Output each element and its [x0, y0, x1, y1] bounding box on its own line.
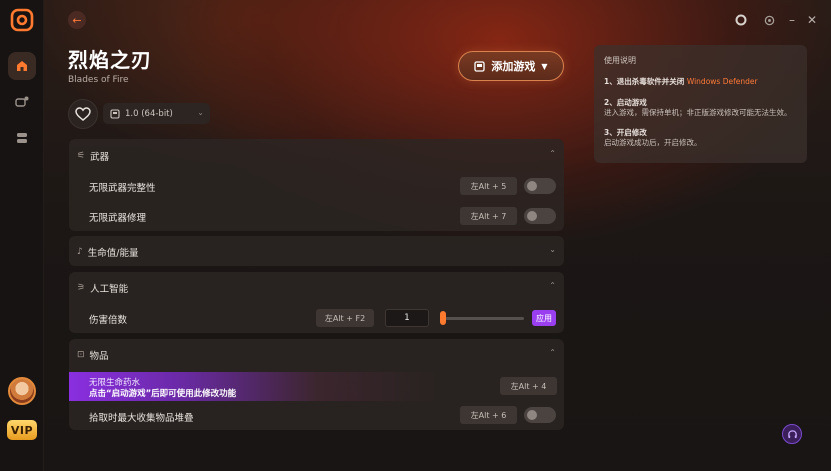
back-arrow-icon: ← [72, 13, 82, 27]
add-game-button[interactable]: 添加游戏 ▼ [458, 51, 564, 81]
version-select[interactable]: 1.0 (64-bit) ⌄ [103, 103, 210, 124]
apply-button[interactable]: 应用 [532, 310, 556, 326]
chevron-down-icon: ⌄ [197, 108, 204, 117]
support-button[interactable] [782, 424, 802, 444]
hotkey-button[interactable]: 左Alt + F2 [316, 309, 374, 327]
hotkey-button[interactable]: 左Alt + 5 [460, 177, 517, 195]
sidebar-item-home[interactable] [8, 52, 36, 80]
avatar[interactable] [8, 377, 36, 405]
box-icon: ⊡ [77, 350, 85, 360]
damage-slider[interactable] [440, 317, 524, 320]
add-game-label: 添加游戏 [491, 60, 536, 73]
game-subtitle: Blades of Fire [68, 75, 129, 85]
chevron-up-icon[interactable]: ⌃ [549, 348, 556, 357]
settings-icon[interactable] [762, 12, 776, 28]
game-file-icon [474, 60, 486, 72]
chevron-down-icon[interactable]: ⌄ [549, 245, 556, 254]
app-logo-icon[interactable] [10, 8, 34, 32]
ai-icon: ⚞ [77, 283, 86, 293]
gamepad-icon [15, 96, 29, 107]
section-ai: ⚞ 人工智能 ⌃ 伤害倍数 左Alt + F2 1 应用 [69, 272, 564, 333]
drop-icon: ♪ [77, 247, 83, 257]
cheat-toggle[interactable] [524, 178, 556, 194]
cheat-label: 无限武器修理 [89, 213, 147, 224]
vip-badge[interactable]: VIP [7, 420, 37, 440]
heart-icon [75, 107, 91, 121]
step-3-title: 3、开启修改 [604, 128, 647, 137]
headset-icon [787, 429, 797, 438]
locked-cheat-row[interactable]: 无限生命药水 点击“启动游戏”后即可使用此修改功能 左Alt + 4 [69, 372, 564, 401]
section-header-health[interactable]: ♪ 生命值/能量 [77, 245, 138, 259]
cheat-row: 伤害倍数 左Alt + F2 1 应用 [69, 305, 564, 333]
section-items: ⊡ 物品 ⌃ 无限生命药水 点击“启动游戏”后即可使用此修改功能 左Alt + … [69, 339, 564, 430]
launch-notice: 点击“启动游戏”后即可使用此修改功能 [89, 389, 237, 399]
instructions-title: 使用说明 [604, 56, 636, 65]
cheat-toggle[interactable] [524, 407, 556, 423]
profile-status-icon[interactable] [734, 12, 748, 28]
step-1: 1、退出杀毒软件并关闭 Windows Defender [604, 76, 797, 87]
caret-down-icon: ▼ [541, 61, 548, 71]
cheat-row: 拾取时最大收集物品堆叠 左Alt + 6 [69, 402, 564, 430]
sidebar-item-games[interactable] [8, 88, 36, 116]
section-weapons: ⚟ 武器 ⌃ 无限武器完整性 左Alt + 5 无限武器修理 左Alt + 7 [69, 139, 564, 231]
section-title: 武器 [90, 152, 110, 163]
version-label: 1.0 (64-bit) [125, 108, 173, 119]
hotkey-button[interactable]: 左Alt + 6 [460, 406, 517, 424]
damage-multiplier-input[interactable]: 1 [385, 309, 429, 327]
cheat-label: 无限武器完整性 [89, 183, 156, 194]
step-2-body: 进入游戏，需保持单机；非正版游戏修改可能无法生效。 [604, 108, 792, 117]
step-1-title: 1、退出杀毒软件并关闭 [604, 77, 685, 86]
stack-icon [17, 133, 27, 143]
section-title: 物品 [89, 351, 109, 362]
step-2-title: 2、启动游戏 [604, 98, 647, 107]
back-button[interactable]: ← [68, 11, 86, 29]
close-icon[interactable]: ✕ [806, 12, 818, 28]
cheat-row: 无限武器完整性 左Alt + 5 [69, 172, 564, 200]
hotkey-button[interactable]: 左Alt + 4 [500, 377, 557, 395]
sidebar-item-library[interactable] [8, 124, 36, 152]
favorite-button[interactable] [68, 99, 98, 129]
game-title: 烈焰之刃 [68, 48, 152, 72]
chevron-up-icon[interactable]: ⌃ [549, 149, 556, 158]
step-1-highlight: Windows Defender [686, 77, 758, 86]
cheat-label: 拾取时最大收集物品堆叠 [89, 413, 194, 424]
cheat-row: 无限武器修理 左Alt + 7 [69, 202, 564, 230]
home-icon [17, 61, 27, 71]
slider-handle[interactable] [440, 311, 446, 325]
platform-icon [110, 108, 120, 119]
instructions-panel: 使用说明 1、退出杀毒软件并关闭 Windows Defender 2、启动游戏… [594, 45, 807, 163]
sidebar: VIP [0, 0, 44, 471]
cheat-toggle[interactable] [524, 208, 556, 224]
hotkey-button[interactable]: 左Alt + 7 [460, 207, 517, 225]
section-title: 生命值/能量 [87, 248, 139, 259]
step-3-body: 启动游戏成功后，开启修改。 [604, 138, 702, 147]
chevron-up-icon[interactable]: ⌃ [549, 281, 556, 290]
section-header-items[interactable]: ⊡ 物品 [77, 348, 109, 362]
section-title: 人工智能 [90, 284, 129, 295]
section-health[interactable]: ♪ 生命值/能量 ⌄ [69, 236, 564, 266]
cheat-label: 伤害倍数 [89, 315, 128, 326]
weapon-icon: ⚟ [77, 151, 86, 161]
section-header-ai[interactable]: ⚞ 人工智能 [77, 281, 128, 295]
section-header-weapons[interactable]: ⚟ 武器 [77, 149, 109, 163]
minimize-icon[interactable]: – [786, 12, 798, 28]
